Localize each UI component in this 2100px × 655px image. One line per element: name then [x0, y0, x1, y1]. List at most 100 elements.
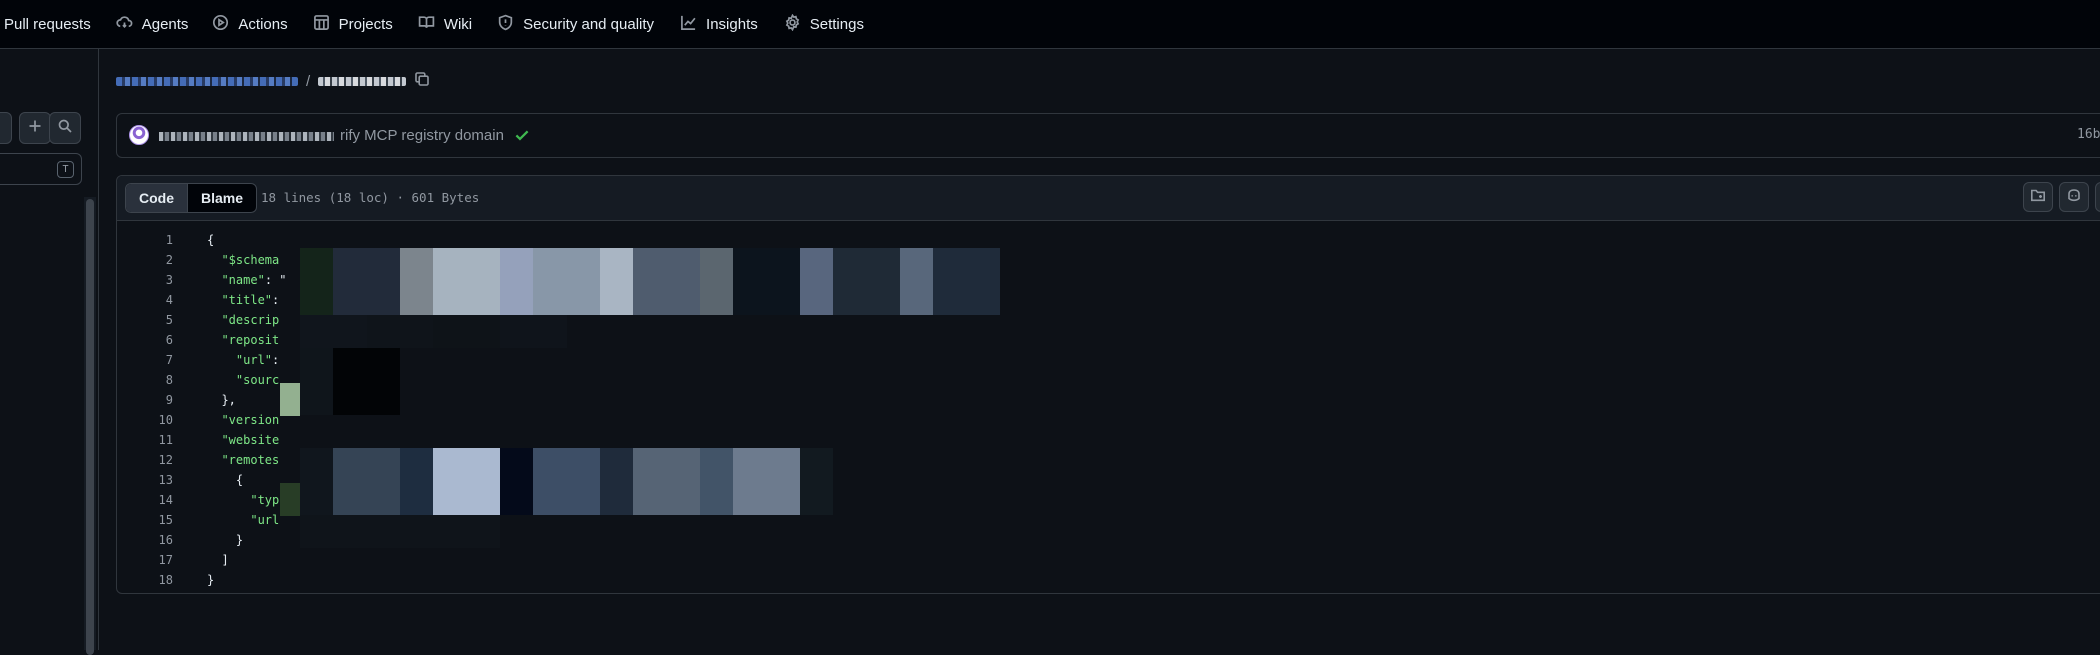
branch-select-button[interactable]	[0, 112, 12, 144]
nav-label: Wiki	[443, 15, 473, 33]
nav-actions[interactable]: Actions	[212, 0, 288, 49]
line-number[interactable]: 8	[117, 373, 173, 387]
copy-path-icon[interactable]	[414, 71, 430, 92]
line-content: }	[173, 573, 214, 587]
plus-icon	[27, 118, 43, 139]
code-line: 7 "url":	[117, 350, 2100, 370]
line-content: "version	[173, 413, 279, 427]
file-tree-panel: T	[0, 49, 99, 655]
breadcrumb-separator: /	[306, 72, 311, 90]
line-number[interactable]: 7	[117, 353, 173, 367]
line-number[interactable]: 16	[117, 533, 173, 547]
avatar[interactable]	[129, 125, 149, 145]
line-number[interactable]: 4	[117, 293, 173, 307]
line-content: {	[173, 233, 214, 247]
nav-pull-requests[interactable]: Pull requests	[4, 0, 91, 49]
file-viewer: Code Blame 18 lines (18 loc) · 601 Bytes…	[116, 175, 2100, 594]
commit-sha[interactable]: 16b	[2077, 127, 2100, 142]
line-number[interactable]: 6	[117, 333, 173, 347]
json-key: "name"	[221, 273, 265, 287]
commit-message[interactable]: rify MCP registry domain	[340, 127, 504, 144]
commit-author-redacted[interactable]	[159, 132, 334, 141]
nav-insights[interactable]: Insights	[680, 0, 758, 49]
json-key: "$schema	[221, 253, 280, 267]
folder-icon	[2030, 187, 2046, 208]
line-content: {	[173, 473, 243, 487]
json-rest: {	[235, 473, 244, 487]
json-rest: {	[207, 233, 215, 247]
line-number[interactable]: 1	[117, 233, 173, 247]
line-content: "name": "	[173, 273, 286, 287]
nav-label: Security and quality	[523, 15, 655, 33]
copilot-button[interactable]	[2059, 182, 2089, 212]
code-line: 13 {	[117, 470, 2100, 490]
line-number[interactable]: 2	[117, 253, 173, 267]
nav-wiki[interactable]: Wiki	[418, 0, 472, 49]
breadcrumb-repo-link[interactable]	[116, 76, 298, 86]
code-tab[interactable]: Code	[126, 184, 188, 212]
json-key: "url"	[235, 353, 273, 367]
nav-label: Projects	[338, 15, 393, 33]
line-number[interactable]: 17	[117, 553, 173, 567]
json-key: "sourc	[235, 373, 280, 387]
search-files-button[interactable]	[49, 112, 81, 144]
more-options-button[interactable]	[2095, 182, 2100, 212]
line-number[interactable]: 9	[117, 393, 173, 407]
json-key: "remotes	[221, 453, 280, 467]
line-content: "typ	[173, 493, 279, 507]
json-key: "version	[221, 413, 280, 427]
add-file-button[interactable]	[19, 112, 51, 144]
line-content: "url	[173, 513, 279, 527]
line-number[interactable]: 3	[117, 273, 173, 287]
json-rest: :	[272, 293, 280, 307]
check-icon[interactable]	[513, 126, 531, 144]
nav-label: Insights	[706, 15, 758, 33]
nav-label: Actions	[238, 15, 288, 33]
line-content: "$schema	[173, 253, 279, 267]
line-content: "reposit	[173, 333, 279, 347]
line-number[interactable]: 13	[117, 473, 173, 487]
line-number[interactable]: 18	[117, 573, 173, 587]
code-line: 3 "name": "	[117, 270, 2100, 290]
agents-icon	[116, 14, 133, 35]
code-line: 1{	[117, 230, 2100, 250]
code-line: 10 "version	[117, 410, 2100, 430]
nav-settings[interactable]: Settings	[784, 0, 864, 49]
file-tree-scrollbar[interactable]	[86, 199, 94, 655]
line-number[interactable]: 5	[117, 313, 173, 327]
shield-icon	[497, 14, 514, 35]
file-tree-toggle-button[interactable]	[2023, 182, 2053, 212]
line-number[interactable]: 14	[117, 493, 173, 507]
breadcrumb: /	[116, 70, 430, 92]
json-key: "url	[250, 513, 280, 527]
line-number[interactable]: 12	[117, 453, 173, 467]
json-rest: :	[272, 353, 280, 367]
nav-security[interactable]: Security and quality	[497, 0, 654, 49]
go-to-file-input[interactable]: T	[0, 153, 82, 185]
line-number[interactable]: 10	[117, 413, 173, 427]
json-rest: }	[235, 533, 244, 547]
nav-projects[interactable]: Projects	[313, 0, 393, 49]
code-line: 6 "reposit	[117, 330, 2100, 350]
file-header: Code Blame 18 lines (18 loc) · 601 Bytes	[117, 176, 2100, 221]
code-line: 16 }	[117, 530, 2100, 550]
code-content: 1{2 "$schema 3 "name": " 4 "title": 5 "desc…	[117, 230, 2100, 590]
code-line: 11 "website	[117, 430, 2100, 450]
breadcrumb-file-name	[318, 76, 407, 86]
json-rest: },	[221, 393, 236, 407]
nav-agents[interactable]: Agents	[116, 0, 189, 49]
play-icon	[212, 14, 229, 35]
line-number[interactable]: 11	[117, 433, 173, 447]
nav-label: Agents	[141, 15, 189, 33]
code-line: 12 "remotes	[117, 450, 2100, 470]
json-rest: ]	[221, 553, 229, 567]
blame-tab[interactable]: Blame	[188, 184, 256, 212]
line-number[interactable]: 15	[117, 513, 173, 527]
